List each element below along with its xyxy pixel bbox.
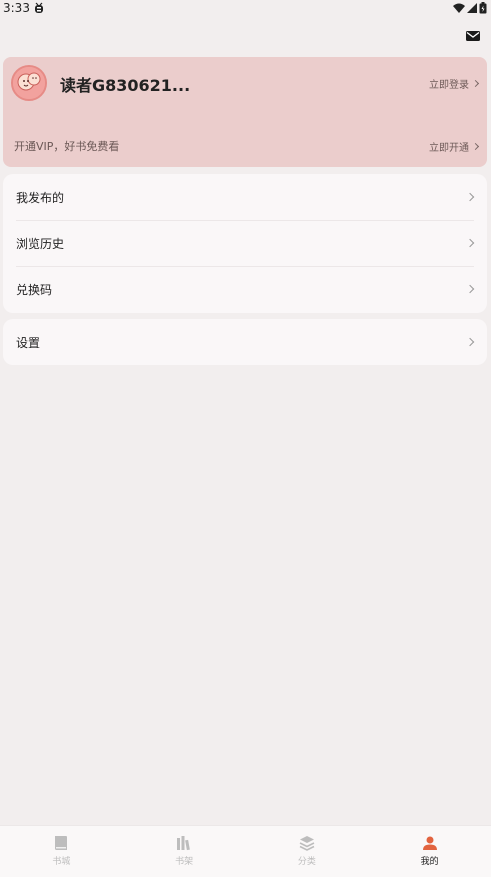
username: 读者G830621... — [60, 76, 191, 95]
bookshelf-icon — [177, 836, 190, 851]
chevron-right-icon — [465, 238, 475, 248]
menu-item-label: 我发布的 — [16, 190, 65, 205]
status-time: 3:33 — [3, 1, 30, 15]
person-icon — [422, 836, 437, 850]
menu-item-history[interactable]: 浏览历史 — [3, 220, 487, 266]
menu-item-label: 浏览历史 — [16, 236, 65, 251]
menu-item-label: 兑换码 — [16, 282, 53, 297]
profile-card: 读者G830621... 立即登录 开通VIP，好书免费看 立即开通 — [3, 57, 487, 167]
profile-page: 3:33 读者G830621... 立即登录 开通VIP，好书免费看 立即开通 … — [0, 0, 491, 877]
status-bar: 3:33 — [0, 0, 491, 16]
battery-icon — [479, 2, 487, 14]
menu-group-primary: 我发布的 浏览历史 兑换码 — [3, 174, 487, 313]
menu-item-my-posts[interactable]: 我发布的 — [3, 174, 487, 220]
book-icon — [55, 836, 68, 850]
menu-item-redeem-code[interactable]: 兑换码 — [3, 266, 487, 312]
chevron-right-icon — [465, 284, 475, 294]
avatar-face-icon — [13, 67, 45, 99]
bottom-nav: 书城 书架 分类 我的 — [0, 825, 491, 877]
nav-tab-category[interactable]: 分类 — [246, 826, 369, 877]
login-label: 立即登录 — [429, 80, 469, 91]
nav-label: 书架 — [175, 857, 194, 867]
mail-button[interactable] — [465, 28, 481, 44]
chevron-right-icon — [471, 79, 480, 88]
mail-icon — [466, 31, 480, 41]
chevron-right-icon — [465, 192, 475, 202]
vip-row: 开通VIP，好书免费看 立即开通 — [14, 138, 480, 154]
top-bar — [0, 22, 491, 52]
bug-icon — [34, 2, 43, 13]
nav-tab-mine[interactable]: 我的 — [368, 826, 491, 877]
nav-label: 分类 — [297, 857, 316, 867]
login-link[interactable]: 立即登录 — [429, 76, 480, 91]
nav-tab-bookstore[interactable]: 书城 — [0, 826, 123, 877]
signal-icon — [467, 3, 477, 13]
chevron-right-icon — [471, 142, 480, 150]
nav-tab-bookshelf[interactable]: 书架 — [123, 826, 246, 877]
nav-label: 我的 — [420, 857, 439, 867]
vip-open-label: 立即开通 — [429, 142, 469, 154]
menu-item-settings[interactable]: 设置 — [3, 319, 487, 365]
chevron-right-icon — [465, 337, 475, 347]
vip-promo-text: 开通VIP，好书免费看 — [14, 140, 120, 153]
wifi-icon — [453, 3, 465, 13]
menu-item-label: 设置 — [16, 335, 41, 350]
menu-group-settings: 设置 — [3, 319, 487, 365]
nav-label: 书城 — [52, 857, 71, 867]
layers-icon — [299, 836, 315, 851]
vip-open-link[interactable]: 立即开通 — [429, 139, 480, 154]
avatar[interactable] — [11, 65, 47, 101]
